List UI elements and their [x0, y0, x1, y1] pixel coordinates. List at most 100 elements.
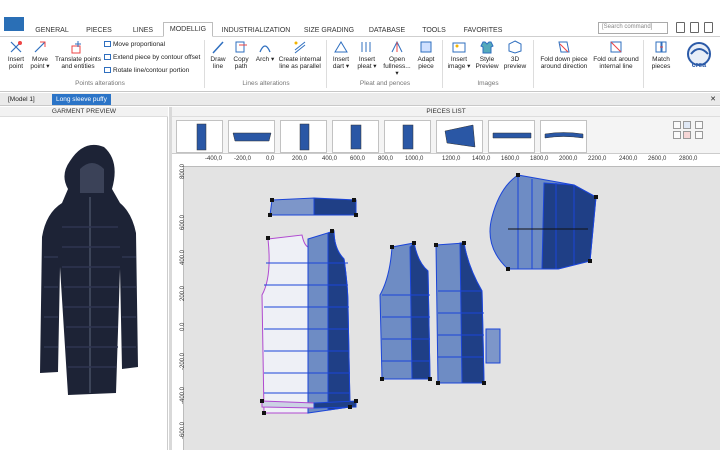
piece-thumbnail[interactable]: [332, 120, 379, 153]
piece-thumbnail[interactable]: [280, 120, 327, 153]
tab-modellig[interactable]: MODELLIG: [163, 22, 213, 37]
cube-icon: [508, 40, 522, 54]
fold-out-icon: [609, 40, 623, 54]
settings-icon[interactable]: [704, 22, 713, 33]
images-group-label: Images: [477, 80, 499, 87]
pattern-canvas[interactable]: [184, 167, 720, 450]
draw-line-icon: [211, 40, 225, 54]
open-fullness-button[interactable]: Open fullness... ▾: [381, 40, 413, 77]
insert-point-button[interactable]: Insert point: [4, 40, 28, 70]
move-point-button[interactable]: Move point ▾: [28, 40, 52, 70]
dart-icon: [334, 40, 348, 54]
points-alterations-group-label: Points alterations: [75, 80, 125, 87]
style-preview-button[interactable]: Style Preview: [475, 40, 499, 70]
ruler-label: 200,0: [292, 156, 308, 162]
fold-down-button[interactable]: Fold down piece around direction: [538, 40, 590, 70]
front-body-piece[interactable]: [261, 230, 351, 414]
tab-favorites[interactable]: FAVORITES: [458, 24, 508, 37]
ruler-label: 2200,0: [588, 156, 607, 162]
fold-out-button[interactable]: Fold out around internal line: [592, 40, 640, 70]
match-pieces-button[interactable]: Match pieces: [648, 40, 674, 70]
cuff-piece[interactable]: [485, 328, 501, 364]
piece-thumbnail[interactable]: [176, 120, 223, 153]
pieces-list-header: PIECES LIST: [172, 107, 720, 117]
ruler-label: 1600,0: [501, 156, 520, 162]
help-icon[interactable]: [690, 22, 699, 33]
ribbon-separator: [442, 40, 443, 88]
delete-piece-icon[interactable]: [683, 131, 691, 139]
pleat-icon: [360, 40, 374, 54]
tab-industrialization[interactable]: INDUSTRIALIZATION: [218, 24, 294, 37]
ruler-label: 1000,0: [405, 156, 424, 162]
rotate-line-button[interactable]: Rotate line/contour portion: [104, 67, 189, 74]
piece-thumbnail[interactable]: [540, 120, 587, 153]
adapt-piece-icon: [419, 40, 433, 54]
app-menu-icon[interactable]: [4, 17, 24, 31]
doc-tab-long-sleeve-puffy[interactable]: Long sleeve puffy: [52, 94, 111, 105]
grid-view-icon[interactable]: [683, 121, 691, 129]
copy-path-button[interactable]: Copy path: [231, 40, 251, 70]
piece-thumbnail[interactable]: [488, 120, 535, 153]
horizontal-ruler: -400,0 -200,0 0,0 200,0 400,0 600,0 800,…: [182, 155, 720, 167]
ruler-label: 1200,0: [442, 156, 461, 162]
pattern-drawing[interactable]: [184, 167, 720, 450]
crea-logo: crea: [682, 42, 716, 70]
arch-button[interactable]: Arch ▾: [255, 40, 275, 63]
tab-pieces[interactable]: PIECES: [78, 24, 120, 37]
move-proportional-button[interactable]: Move proportional: [104, 41, 165, 48]
vertical-ruler: 800,0 600,0 400,0 200,0 0,0 -200,0 -400,…: [172, 164, 186, 450]
garment-preview-header: GARMENT PREVIEW: [0, 107, 168, 117]
insert-point-icon: [9, 40, 23, 54]
adapt-piece-button[interactable]: Adapt piece: [415, 40, 437, 70]
parallel-line-icon: [293, 40, 307, 54]
close-icon[interactable]: ✕: [710, 95, 716, 103]
piece-thumbnail[interactable]: [436, 120, 483, 153]
move-proportional-icon: [104, 41, 111, 48]
tab-tools[interactable]: TOOLS: [416, 24, 452, 37]
ruler-label: 400,0: [322, 156, 338, 162]
scroll-down-icon[interactable]: [673, 131, 681, 139]
chevron-left-icon[interactable]: [695, 121, 703, 129]
tab-general[interactable]: GENERAL: [30, 24, 74, 37]
ruler-label: 0,0: [266, 156, 275, 162]
garment-preview-panel: [0, 117, 168, 450]
sleeve-piece[interactable]: [489, 174, 597, 270]
ruler-label: 1800,0: [530, 156, 549, 162]
insert-dart-button[interactable]: Insert dart ▾: [330, 40, 352, 70]
collar-piece[interactable]: [269, 197, 357, 216]
insert-pleat-button[interactable]: Insert pleat ▾: [355, 40, 379, 70]
translate-icon: [71, 40, 85, 54]
translate-points-button[interactable]: Translate points and entities: [54, 40, 102, 70]
pieces-list-strip: [172, 117, 720, 154]
doc-tab-model[interactable]: [Model 1]: [4, 94, 39, 105]
ruler-label: 2000,0: [559, 156, 578, 162]
phone-icon[interactable]: [676, 22, 685, 33]
ruler-label: 2600,0: [648, 156, 667, 162]
tab-lines[interactable]: LINES: [124, 24, 162, 37]
ruler-label: 1400,0: [472, 156, 491, 162]
piece-thumbnail[interactable]: [228, 120, 275, 153]
piece-thumbnail[interactable]: [384, 120, 431, 153]
move-point-icon: [33, 40, 47, 54]
tab-size-grading[interactable]: SIZE GRADING: [300, 24, 358, 37]
fullness-icon: [390, 40, 404, 54]
insert-image-button[interactable]: Insert image ▾: [446, 40, 472, 70]
extend-piece-button[interactable]: Extend piece by contour offset: [104, 54, 200, 61]
ruler-label: -200,0: [234, 156, 252, 162]
create-parallel-button[interactable]: Create internal line as parallel: [278, 40, 322, 70]
tab-database[interactable]: DATABASE: [363, 24, 411, 37]
match-pieces-icon: [654, 40, 668, 54]
ruler-label: 2800,0: [679, 156, 698, 162]
scroll-up-icon[interactable]: [673, 121, 681, 129]
arch-icon: [258, 40, 272, 54]
shirt-icon: [480, 40, 494, 54]
ribbon-separator: [326, 40, 327, 88]
ribbon-separator: [643, 40, 644, 88]
ruler-label: 600,0: [350, 156, 366, 162]
chevron-right-icon[interactable]: [695, 131, 703, 139]
copy-path-icon: [234, 40, 248, 54]
search-command-input[interactable]: [Search command]: [598, 22, 668, 34]
app-window: GENERAL PIECES LINES MODELLIG INDUSTRIAL…: [0, 0, 720, 450]
draw-line-button[interactable]: Draw line: [208, 40, 228, 70]
preview-3d-button[interactable]: 3D preview: [503, 40, 527, 70]
